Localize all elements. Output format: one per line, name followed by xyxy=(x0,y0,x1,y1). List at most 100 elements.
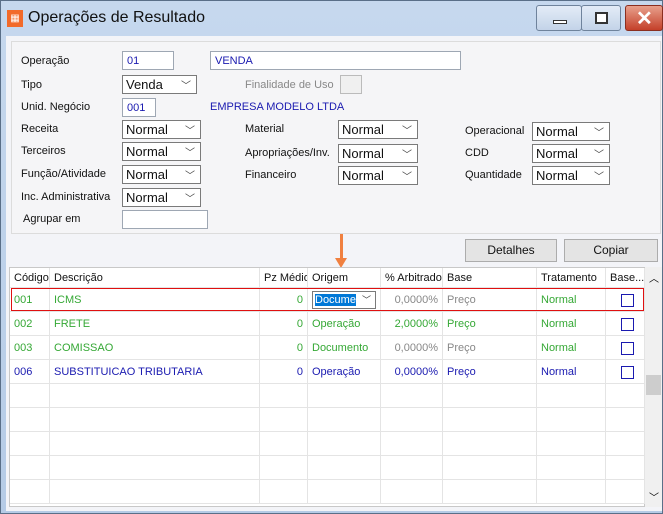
operacional-value: Normal xyxy=(536,124,578,139)
minimize-button[interactable] xyxy=(536,5,582,31)
column-header[interactable]: Pz Médio xyxy=(260,268,308,288)
copiar-button[interactable]: Copiar xyxy=(564,239,658,262)
cell-base: Preço xyxy=(443,312,537,336)
base-checkbox[interactable] xyxy=(621,317,634,331)
terceiros-select[interactable]: Normal ﹀ xyxy=(122,142,201,161)
chevron-down-icon: ﹀ xyxy=(185,194,195,205)
financeiro-select[interactable]: Normal ﹀ xyxy=(338,166,418,185)
cell-tratamento: Normal xyxy=(537,312,606,336)
cell-descricao xyxy=(50,480,260,504)
app-icon: ▦ xyxy=(7,10,23,27)
cell-arbitrado xyxy=(381,408,443,432)
tipo-select[interactable]: Venda ﹀ xyxy=(122,75,197,94)
chevron-down-icon: ﹀ xyxy=(402,172,412,183)
operacional-label: Operacional xyxy=(465,125,525,137)
financeiro-label: Financeiro xyxy=(245,169,297,181)
window-title: Operações de Resultado xyxy=(28,9,205,26)
cell-origem xyxy=(308,384,381,408)
cell-arbitrado: 0,0000% xyxy=(381,360,443,384)
cell-arbitrado: 0,0000% xyxy=(381,336,443,360)
quantidade-select[interactable]: Normal ﹀ xyxy=(532,166,610,185)
scroll-down-icon[interactable]: ﹀ xyxy=(649,489,659,504)
unid-code-input[interactable]: 001 xyxy=(122,98,156,117)
cell-arbitrado xyxy=(381,480,443,504)
scroll-up-icon[interactable]: ︿ xyxy=(649,270,659,285)
column-header[interactable]: % Arbitrado xyxy=(381,268,443,288)
cell-tratamento xyxy=(537,432,606,456)
cell-tratamento: Normal xyxy=(537,336,606,360)
cell-descricao xyxy=(50,456,260,480)
column-header[interactable]: Base xyxy=(443,268,537,288)
cell-base-check xyxy=(606,336,645,360)
close-icon: ✕ xyxy=(636,8,653,30)
operacao-name-input[interactable]: VENDA xyxy=(210,51,461,70)
terceiros-value: Normal xyxy=(126,144,168,159)
operacao-code-input[interactable]: 01 xyxy=(122,51,174,70)
cell-origem: Documento xyxy=(308,336,381,360)
chevron-down-icon: ﹀ xyxy=(185,171,195,182)
chevron-down-icon: ﹀ xyxy=(181,81,191,92)
cell-pz: 0 xyxy=(260,312,308,336)
unid-name: EMPRESA MODELO LTDA xyxy=(210,101,345,113)
cell-base-check xyxy=(606,384,645,408)
column-header[interactable]: Tratamento xyxy=(537,268,606,288)
selected-row-highlight xyxy=(11,288,644,311)
inc-select[interactable]: Normal ﹀ xyxy=(122,188,201,207)
cell-codigo xyxy=(10,480,50,504)
cell-base xyxy=(443,456,537,480)
cell-tratamento xyxy=(537,456,606,480)
chevron-down-icon: ﹀ xyxy=(402,150,412,161)
empty-row xyxy=(10,384,645,408)
cell-base xyxy=(443,432,537,456)
cell-descricao xyxy=(50,408,260,432)
table-row[interactable]: 006 SUBSTITUICAO TRIBUTARIA 0 Operação 0,000… xyxy=(10,360,645,384)
cell-arbitrado xyxy=(381,384,443,408)
cell-pz xyxy=(260,384,308,408)
column-header[interactable]: Código xyxy=(10,268,50,288)
cell-base xyxy=(443,408,537,432)
cdd-select[interactable]: Normal ﹀ xyxy=(532,144,610,163)
table-row[interactable]: 003 COMISSAO 0 Documento 0,0000% Preço Normal xyxy=(10,336,645,360)
column-header[interactable]: Descrição xyxy=(50,268,260,288)
finalidade-input xyxy=(340,75,362,94)
quantidade-value: Normal xyxy=(536,168,578,183)
cell-codigo: 006 xyxy=(10,360,50,384)
cell-codigo: 002 xyxy=(10,312,50,336)
column-header[interactable]: Base... xyxy=(606,268,645,288)
vertical-scrollbar[interactable]: ︿ ﹀ xyxy=(645,267,662,507)
empty-row xyxy=(10,456,645,480)
cell-tratamento: Normal xyxy=(537,360,606,384)
funcao-select[interactable]: Normal ﹀ xyxy=(122,165,201,184)
operacional-select[interactable]: Normal ﹀ xyxy=(532,122,610,141)
chevron-down-icon: ﹀ xyxy=(594,172,604,183)
receita-select[interactable]: Normal ﹀ xyxy=(122,120,201,139)
close-button[interactable]: ✕ xyxy=(625,5,663,31)
cell-origem: Operação xyxy=(308,312,381,336)
material-select[interactable]: Normal ﹀ xyxy=(338,120,418,139)
agrupar-label: Agrupar em xyxy=(23,213,81,225)
cell-base-check xyxy=(606,408,645,432)
apropriacoes-label: Apropriações/Inv. xyxy=(245,147,330,159)
inc-label: Inc. Administrativa xyxy=(21,191,111,203)
maximize-button[interactable] xyxy=(581,5,621,31)
cdd-label: CDD xyxy=(465,147,489,159)
cell-origem: Operação xyxy=(308,360,381,384)
terceiros-label: Terceiros xyxy=(21,145,66,157)
apropriacoes-select[interactable]: Normal ﹀ xyxy=(338,144,418,163)
cell-pz: 0 xyxy=(260,360,308,384)
agrupar-input[interactable] xyxy=(122,210,208,229)
column-header[interactable]: Origem xyxy=(308,268,381,288)
detalhes-button[interactable]: Detalhes xyxy=(465,239,557,262)
tipo-label: Tipo xyxy=(21,79,42,91)
empty-row xyxy=(10,408,645,432)
window: ▦ Operações de Resultado ✕ Operação 01 V… xyxy=(0,0,663,514)
table-row[interactable]: 002 FRETE 0 Operação 2,0000% Preço Normal xyxy=(10,312,645,336)
scroll-thumb[interactable] xyxy=(646,375,661,395)
base-checkbox[interactable] xyxy=(621,365,634,379)
cell-pz xyxy=(260,408,308,432)
cell-arbitrado xyxy=(381,456,443,480)
cell-descricao xyxy=(50,384,260,408)
cell-arbitrado: 2,0000% xyxy=(381,312,443,336)
base-checkbox[interactable] xyxy=(621,341,634,355)
quantidade-label: Quantidade xyxy=(465,169,522,181)
